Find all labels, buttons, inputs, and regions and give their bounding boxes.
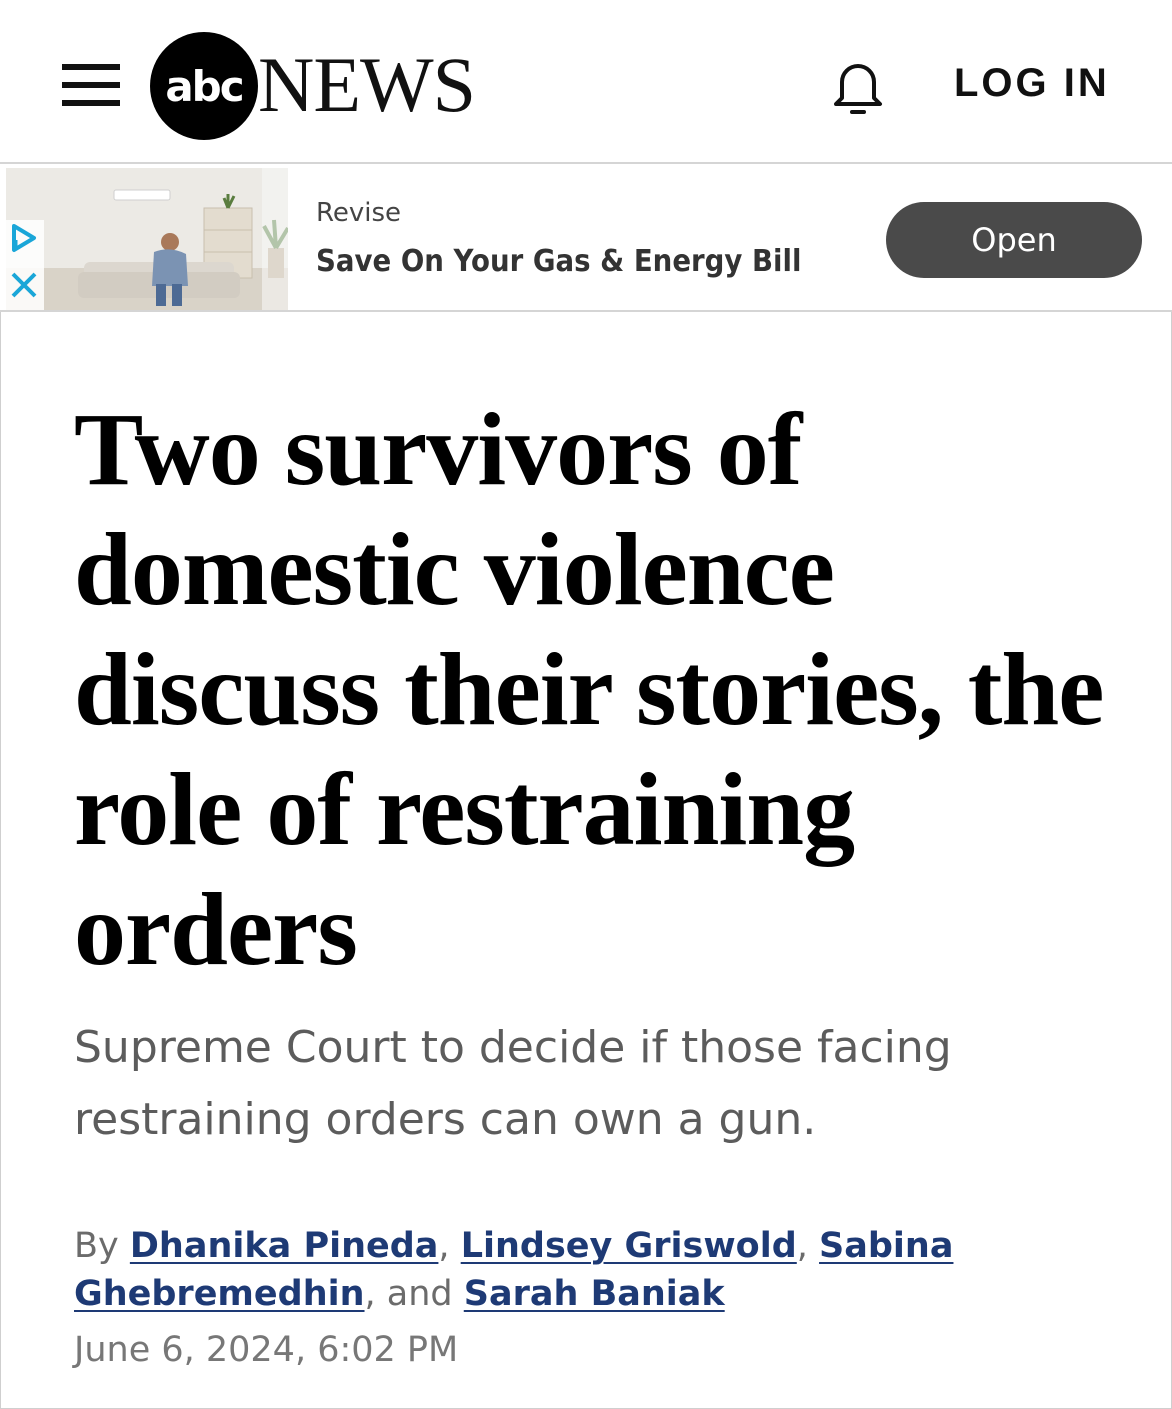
abc-logo[interactable]: abc (150, 32, 258, 140)
login-button[interactable]: LOG IN (954, 60, 1110, 106)
byline-separator: , (796, 1226, 820, 1266)
ad-title[interactable]: Save On Your Gas & Energy Bill (316, 244, 801, 279)
logo-news-text[interactable]: NEWS (258, 40, 476, 130)
site-header: abc NEWS LOG IN (0, 0, 1172, 162)
ad-banner[interactable]: Revise Save On Your Gas & Energy Bill Op… (0, 162, 1172, 312)
ad-brand: Revise (316, 198, 402, 228)
ad-image[interactable] (6, 168, 288, 310)
bell-icon[interactable] (828, 58, 888, 114)
author-link[interactable]: Dhanika Pineda (130, 1226, 439, 1266)
ad-open-button[interactable]: Open (886, 202, 1142, 278)
hamburger-menu-icon[interactable] (62, 64, 122, 106)
author-link[interactable]: Lindsey Griswold (461, 1226, 797, 1266)
byline-prefix: By (74, 1226, 130, 1266)
publish-date: June 6, 2024, 6:02 PM (74, 1330, 459, 1370)
article-headline: Two survivors of domestic violence discu… (74, 392, 1104, 987)
article-subhead: Supreme Court to decide if those facing … (74, 1022, 952, 1145)
author-link[interactable]: Sarah Baniak (464, 1274, 725, 1314)
logo-abc-text: abc (165, 61, 244, 111)
byline-separator: , (438, 1226, 461, 1266)
byline: By Dhanika Pineda, Lindsey Griswold, Sab… (74, 1222, 1074, 1318)
adchoices-icon[interactable] (4, 220, 44, 310)
byline-separator: , and (364, 1274, 464, 1314)
